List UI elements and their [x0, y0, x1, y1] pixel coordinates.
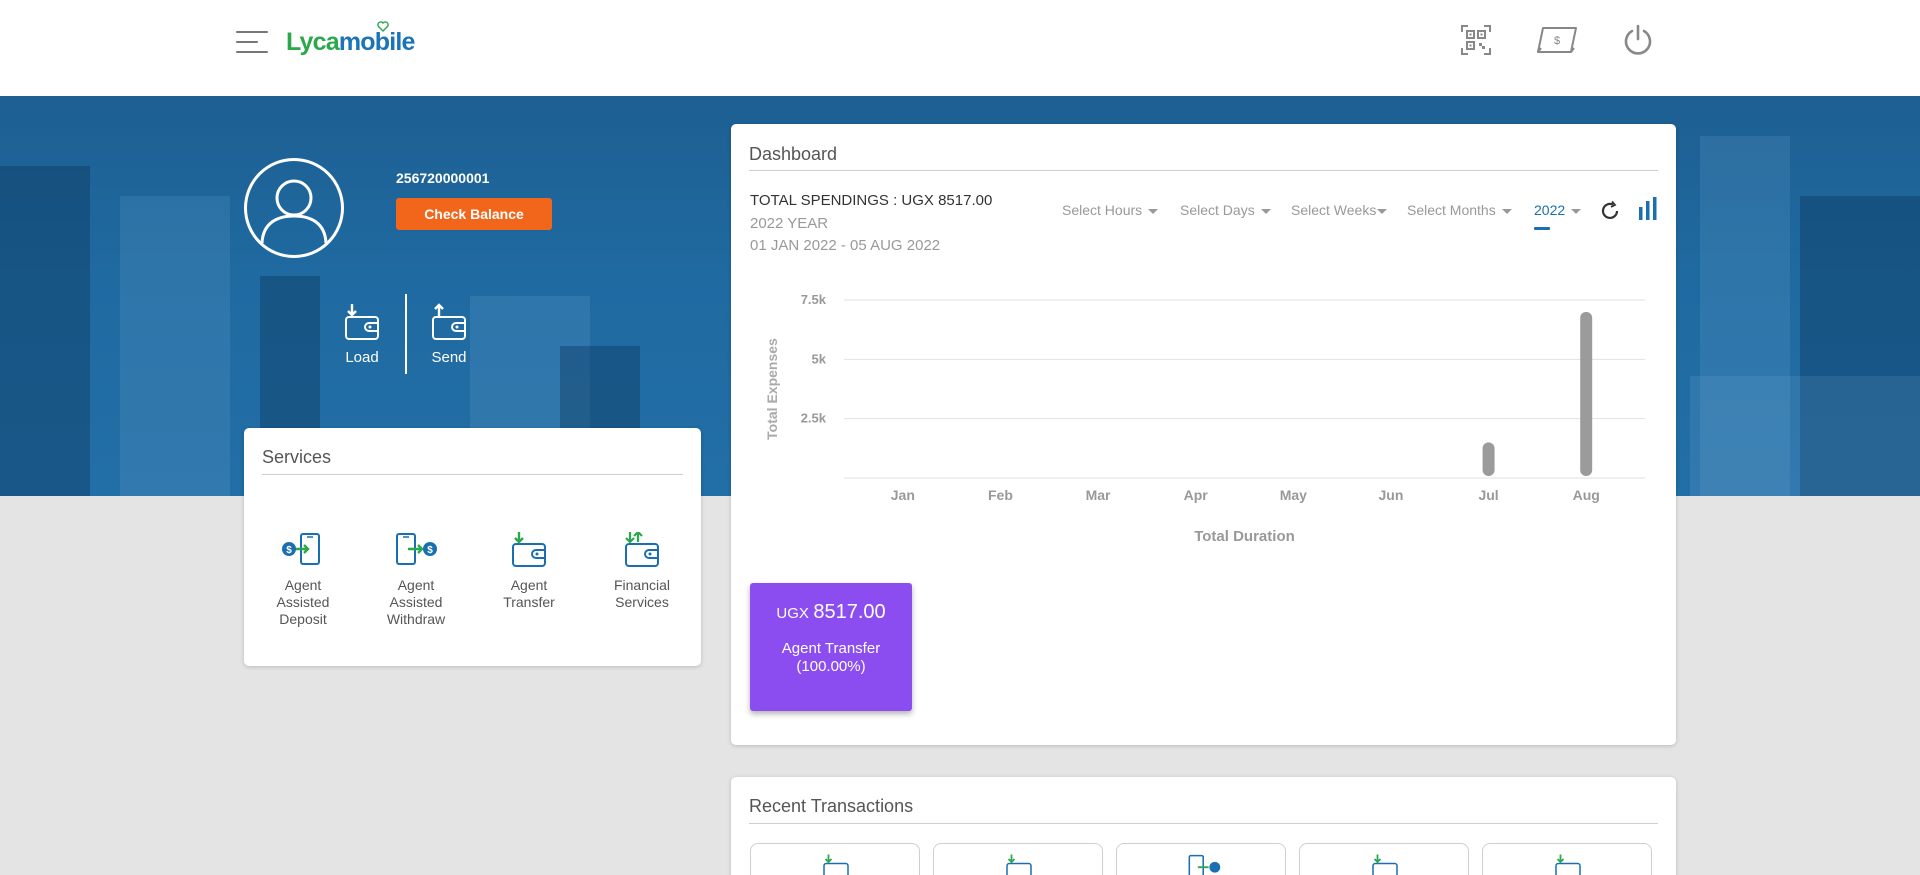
service-label: Agent Transfer	[503, 577, 555, 610]
service-agent-transfer[interactable]: Agent Transfer	[484, 532, 574, 611]
cash-icon[interactable]: $	[1536, 26, 1578, 54]
summary-percent: (100.00%)	[796, 658, 866, 675]
dashboard-card: Dashboard TOTAL SPENDINGS : UGX 8517.00 …	[731, 124, 1676, 745]
summary-label: Agent Transfer	[781, 640, 881, 657]
send-button[interactable]: Send	[419, 302, 479, 366]
services-card: Services $ Agent Assisted Deposit $ Agen…	[244, 428, 701, 666]
service-label: Agent Assisted Withdraw	[386, 577, 446, 627]
transaction-card[interactable]	[1299, 843, 1469, 875]
service-financial-services[interactable]: Financial Services	[597, 530, 687, 611]
phone-deposit-icon: $	[282, 533, 320, 565]
transaction-card[interactable]	[933, 843, 1103, 875]
x-tick-label: Mar	[1086, 487, 1111, 503]
wallet-load-icon	[345, 304, 379, 340]
x-axis-title: Total Duration	[1194, 528, 1295, 545]
top-bar: Lycamobile $	[0, 0, 1920, 96]
recent-transactions-card: Recent Transactions	[731, 777, 1676, 875]
logo-heart-icon	[377, 21, 389, 32]
recent-transactions-title: Recent Transactions	[749, 796, 914, 816]
x-tick-label: Jan	[891, 487, 915, 503]
x-tick-label: May	[1280, 487, 1307, 503]
y-tick-label: 5k	[812, 351, 827, 366]
load-label: Load	[345, 349, 379, 366]
avatar	[244, 158, 344, 258]
phone-withdraw-icon	[1188, 854, 1221, 875]
wallet-send-icon	[432, 303, 466, 340]
phone-number: 256720000001	[396, 170, 490, 186]
agent-transfer-summary-tile[interactable]: UGX 8517.00 Agent Transfer (100.00%)	[750, 583, 912, 711]
y-tick-label: 7.5k	[801, 292, 827, 307]
bar-jul	[1482, 442, 1495, 476]
x-tick-label: Jul	[1478, 487, 1498, 503]
x-tick-label: Apr	[1184, 487, 1209, 503]
x-tick-label: Jun	[1378, 487, 1403, 503]
service-agent-assisted-withdraw[interactable]: $ Agent Assisted Withdraw	[371, 532, 461, 628]
menu-icon[interactable]	[236, 30, 268, 54]
bar-aug	[1580, 311, 1593, 476]
summary-currency: UGX	[776, 605, 809, 622]
svg-text:$: $	[427, 545, 433, 556]
phone-withdraw-icon: $	[396, 533, 437, 565]
send-label: Send	[431, 349, 467, 366]
transaction-card[interactable]	[1116, 843, 1286, 875]
svg-text:$: $	[1554, 35, 1560, 47]
wallet-transfer-icon	[1006, 854, 1032, 875]
action-divider	[405, 294, 407, 374]
service-label: Financial Services	[613, 577, 671, 610]
transaction-card[interactable]	[750, 843, 920, 875]
service-label: Agent Assisted Deposit	[276, 577, 330, 627]
x-tick-label: Feb	[988, 487, 1013, 503]
wallet-transfer-icon	[1372, 854, 1398, 875]
svg-text:$: $	[286, 545, 292, 556]
service-agent-assisted-deposit[interactable]: $ Agent Assisted Deposit	[258, 532, 348, 628]
power-icon[interactable]	[1622, 24, 1654, 56]
y-axis-title: Total Expenses	[764, 338, 780, 440]
transaction-card[interactable]	[1482, 843, 1652, 875]
qr-code-icon[interactable]	[1460, 24, 1492, 56]
wallet-transfer-icon	[512, 532, 546, 567]
wallet-financial-icon	[625, 530, 659, 567]
summary-amount: 8517.00	[813, 601, 886, 623]
load-button[interactable]: Load	[332, 302, 392, 366]
wallet-transfer-icon	[823, 854, 849, 875]
y-tick-label: 2.5k	[801, 411, 827, 426]
services-title: Services	[262, 447, 332, 467]
x-tick-label: Aug	[1573, 487, 1600, 503]
wallet-transfer-icon	[1555, 854, 1581, 875]
spending-chart: 2.5k 5k 7.5k Jan Feb Mar Apr May Jun Jul Aug Total …	[764, 292, 1645, 545]
lycamobile-logo[interactable]: Lycamobile	[286, 21, 415, 57]
user-icon	[260, 179, 328, 244]
check-balance-button[interactable]: Check Balance	[396, 198, 552, 230]
